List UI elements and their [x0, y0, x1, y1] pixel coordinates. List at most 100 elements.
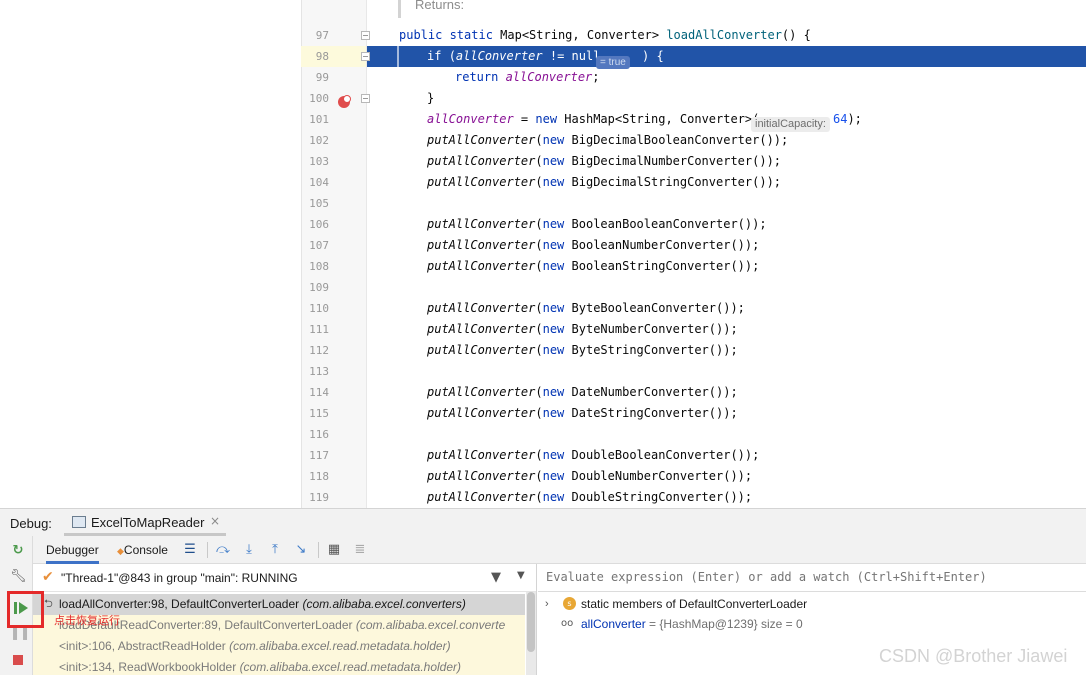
execution-marker [397, 46, 399, 67]
line-number: 117 [309, 449, 329, 462]
code-text-suffix: 64); [833, 112, 862, 126]
javadoc-returns: Returns: [415, 0, 465, 12]
code-line-101[interactable]: 101 allConverter = new HashMap<String, C… [0, 109, 1086, 132]
code-text: putAllConverter(new BooleanNumberConvert… [427, 238, 760, 252]
code-line-115[interactable]: 115 putAllConverter(new DateStringConver… [0, 403, 1086, 424]
code-text: allConverter = new HashMap<String, Conve… [427, 112, 760, 126]
close-icon[interactable]: × [210, 514, 220, 528]
frames-scrollbar[interactable] [526, 592, 536, 675]
fold-icon[interactable] [361, 31, 370, 40]
code-line-106[interactable]: 106 putAllConverter(new BooleanBooleanCo… [0, 214, 1086, 235]
line-number: 106 [309, 218, 329, 231]
chevron-down-icon[interactable]: ▼ [517, 570, 525, 581]
line-number: 101 [309, 113, 329, 126]
code-line-100[interactable]: 100 } [0, 88, 1086, 109]
code-line-110[interactable]: 110 putAllConverter(new ByteBooleanConve… [0, 298, 1086, 319]
wrench-icon[interactable]: 🔧︎ [10, 569, 27, 585]
fold-icon[interactable] [361, 94, 370, 103]
toolbar-separator [207, 542, 208, 558]
evaluate-expression-bar [538, 564, 1086, 592]
annotation-highlight-box [7, 591, 44, 628]
code-text: return allConverter; [455, 70, 600, 84]
code-line-117[interactable]: 117 putAllConverter(new DoubleBooleanCon… [0, 445, 1086, 466]
code-text: putAllConverter(new BigDecimalStringConv… [427, 175, 782, 189]
code-text-suffix: ) { [642, 49, 664, 63]
step-over-icon[interactable]: ⤼ [215, 542, 231, 558]
code-text: putAllConverter(new BooleanStringConvert… [427, 259, 760, 273]
fold-icon[interactable] [361, 52, 370, 61]
variable-name: allConverter [581, 617, 646, 631]
code-line-111[interactable]: 111 putAllConverter(new ByteNumberConver… [0, 319, 1086, 340]
tab-console[interactable]: ◆Console [117, 536, 168, 564]
variable-name: static [581, 597, 610, 611]
code-line-116[interactable]: 116 [0, 424, 1086, 445]
step-out-icon[interactable]: ⤒ [267, 542, 283, 558]
session-name: ExcelToMapReader [91, 515, 205, 530]
code-line-103[interactable]: 103 putAllConverter(new BigDecimalNumber… [0, 151, 1086, 172]
debug-title-bar: Debug: ExcelToMapReader × [0, 509, 1086, 536]
code-text: putAllConverter(new BooleanBooleanConver… [427, 217, 767, 231]
code-text: putAllConverter(new ByteNumberConverter(… [427, 322, 738, 336]
line-number: 111 [309, 323, 329, 336]
code-line-119[interactable]: 119 putAllConverter(new DoubleStringConv… [0, 487, 1086, 508]
static-members-icon: s [563, 597, 576, 610]
variable-row[interactable]: oo allConverter = {HashMap@1239} size = … [538, 614, 1086, 634]
code-line-108[interactable]: 108 putAllConverter(new BooleanStringCon… [0, 256, 1086, 277]
filter-icon[interactable]: ▼ [491, 570, 501, 585]
stop-icon[interactable] [10, 652, 26, 668]
code-line-109[interactable]: 109 [0, 277, 1086, 298]
code-text: putAllConverter(new ByteBooleanConverter… [427, 301, 745, 315]
frame-package: (com.alibaba.excel.converte [355, 618, 506, 632]
line-number: 119 [309, 491, 329, 504]
line-number: 98 [315, 50, 329, 63]
line-number: 97 [315, 29, 329, 42]
thread-selector[interactable]: ✔ "Thread-1"@843 in group "main": RUNNIN… [33, 564, 536, 592]
rerun-icon[interactable]: ↻ [10, 543, 26, 559]
toolbar-separator [318, 542, 319, 558]
code-text: } [427, 91, 435, 105]
run-to-cursor-icon[interactable]: ↘ [293, 542, 309, 558]
code-line-118[interactable]: 118 putAllConverter(new DoubleNumberConv… [0, 466, 1086, 487]
line-number: 103 [309, 155, 329, 168]
scrollbar-thumb[interactable] [527, 592, 535, 652]
stack-frame[interactable]: <init>:106, AbstractReadHolder (com.alib… [33, 636, 525, 657]
trace-icon[interactable]: ≣ [352, 542, 368, 558]
line-number: 115 [309, 407, 329, 420]
code-line-99[interactable]: 99 return allConverter; [0, 67, 1086, 88]
line-number: 112 [309, 344, 329, 357]
table-icon[interactable]: ▦ [326, 542, 342, 558]
code-line-107[interactable]: 107 putAllConverter(new BooleanNumberCon… [0, 235, 1086, 256]
annotation-text: 点击恢复运行 [54, 614, 120, 627]
chevron-right-icon[interactable]: › [545, 594, 549, 614]
code-line-97[interactable]: 97 public static Map<String, Converter> … [0, 25, 1086, 46]
variable-row[interactable]: › s static members of DefaultConverterLo… [538, 594, 1086, 614]
frame-package: (com.alibaba.excel.converters) [302, 597, 466, 611]
line-number: 107 [309, 239, 329, 252]
stack-frame[interactable]: <init>:134, ReadWorkbookHolder (com.alib… [33, 657, 525, 675]
frame-package: (com.alibaba.excel.read.metadata.holder) [239, 660, 462, 674]
code-text: putAllConverter(new BigDecimalBooleanCon… [427, 133, 789, 147]
code-text: putAllConverter(new DoubleStringConverte… [427, 490, 753, 504]
line-number: 99 [315, 71, 329, 84]
tab-console-label: Console [123, 543, 168, 557]
check-icon: ✔ [42, 569, 54, 585]
code-line-114[interactable]: 114 putAllConverter(new DateNumberConver… [0, 382, 1086, 403]
code-line-112[interactable]: 112 putAllConverter(new ByteStringConver… [0, 340, 1086, 361]
debug-session-tab[interactable]: ExcelToMapReader × [64, 509, 226, 536]
frame-method: <init>:106, AbstractReadHolder [59, 639, 230, 653]
doc-comment-bar [398, 0, 401, 18]
step-into-icon[interactable]: ⤓ [241, 542, 257, 558]
menu-icon[interactable]: ☰ [182, 542, 198, 558]
debugger-toolbar: Debugger ◆Console ☰ ⤼ ⤓ ⤒ ↘ ▦ ≣ [33, 536, 1086, 564]
code-line-102[interactable]: 102 putAllConverter(new BigDecimalBoolea… [0, 130, 1086, 151]
code-line-105[interactable]: 105 [0, 193, 1086, 214]
code-line-113[interactable]: 113 [0, 361, 1086, 382]
code-line-98[interactable]: 98 if (allConverter != null = true ) { [0, 46, 1086, 108]
code-text: putAllConverter(new DoubleNumberConverte… [427, 469, 753, 483]
variable-value: members of DefaultConverterLoader [609, 597, 808, 611]
evaluate-expression-input[interactable] [546, 570, 1082, 584]
code-line-104[interactable]: 104 putAllConverter(new BigDecimalString… [0, 172, 1086, 193]
line-number: 105 [309, 197, 329, 210]
tab-debugger[interactable]: Debugger [46, 536, 99, 564]
line-number: 110 [309, 302, 329, 315]
